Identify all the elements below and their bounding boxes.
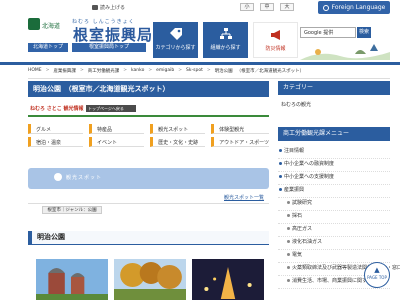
- map-pin-icon: [54, 173, 62, 181]
- font-size-small[interactable]: 小: [240, 3, 254, 11]
- foreign-language-button[interactable]: Foreign Language: [318, 1, 390, 14]
- header-divider: [0, 62, 400, 65]
- speaker-icon: [92, 5, 98, 10]
- globe-icon: [322, 4, 329, 11]
- sidebar-category-link[interactable]: ねむろの観光: [281, 101, 311, 108]
- tourism-category-grid: グルメ 特産品 観光スポット 体験型観光 宿泊・温泉 イベント 歴史・文化・史跡…: [28, 124, 269, 147]
- spot-list-link[interactable]: 観光スポット一覧: [224, 194, 264, 201]
- breadcrumb-item: 明治公園: [214, 69, 233, 74]
- page-title: 明治公園 （根室市／北海道観光スポット）: [28, 81, 269, 97]
- category-events[interactable]: イベント: [89, 137, 145, 147]
- page-top-label: PAGE TOP: [367, 275, 387, 280]
- nav-organization-label: 組織から探す: [210, 45, 241, 51]
- hokkaido-emblem-icon: [28, 18, 40, 30]
- breadcrumb-item[interactable]: emigaib: [156, 68, 174, 74]
- category-experience[interactable]: 体験型観光: [211, 124, 269, 134]
- sidebar-item-electricity[interactable]: 電気: [278, 251, 390, 263]
- breadcrumb-item: （根室市／北海道観光スポット）: [236, 69, 305, 74]
- sidebar-item-high-pressure-gas[interactable]: 高圧ガス: [278, 225, 390, 237]
- category-gourmet[interactable]: グルメ: [28, 124, 84, 134]
- prefecture-label: 北海道: [42, 23, 61, 30]
- font-size-large[interactable]: 大: [280, 3, 294, 11]
- tourism-guide-logo[interactable]: ねむろ さとこ 観光情報: [30, 105, 83, 112]
- nav-category-button[interactable]: カテゴリから探す: [153, 22, 198, 58]
- breadcrumb-item[interactable]: kanko: [131, 68, 144, 74]
- photo-gallery: [36, 259, 264, 300]
- breadcrumb-item[interactable]: 産業振興課: [53, 68, 76, 74]
- breadcrumb-divider: [28, 78, 390, 79]
- category-specialty[interactable]: 特産品: [89, 124, 145, 134]
- megaphone-icon: [270, 30, 280, 40]
- breadcrumb-item[interactable]: HOME: [28, 68, 42, 74]
- genre-row: 根室市｜ジャンル：公園: [28, 203, 269, 214]
- breadcrumb: HOME > 産業振興課 > 商工労働観光課 > kanko > emigaib > Sk…: [28, 68, 305, 74]
- genre-tag: 根室市｜ジャンル：公園: [42, 206, 102, 214]
- font-size-switcher: 小 中 大: [240, 3, 294, 11]
- nav-organization-button[interactable]: 組織から探す: [203, 22, 248, 58]
- pref-top-link[interactable]: 北海道トップ: [28, 43, 68, 52]
- read-aloud-label: 読み上げる: [100, 5, 126, 11]
- utility-bar: 読み上げる 小 中 大 Foreign Language: [0, 0, 400, 20]
- org-chart-icon: [219, 28, 232, 39]
- photo-silos[interactable]: [36, 259, 108, 300]
- guide-top-link[interactable]: トップページへ戻る: [86, 105, 136, 112]
- header-landscape-illustration: [300, 44, 390, 60]
- foreign-language-label: Foreign Language: [331, 4, 386, 11]
- category-lodging[interactable]: 宿泊・温泉: [28, 137, 84, 147]
- sidebar-item-sme-loans[interactable]: 中小企業への融資制度: [278, 160, 390, 172]
- tourism-spot-banner-label: 観光スポット: [66, 175, 103, 181]
- sidebar-item-quarry[interactable]: 採石: [278, 212, 390, 224]
- guide-divider: [28, 115, 269, 117]
- tourism-spot-banner: 観光スポット: [28, 168, 269, 189]
- sidebar-item-notice[interactable]: 注目情報: [278, 147, 390, 159]
- sidebar-item-research[interactable]: 試験研究: [278, 199, 390, 211]
- breadcrumb-item[interactable]: Sk-spot: [186, 68, 203, 74]
- nav-disaster-label: 防災情報: [265, 46, 286, 52]
- site-title: 根室振興局: [73, 26, 154, 44]
- bureau-top-link[interactable]: 根室振興局トップ: [72, 43, 146, 52]
- category-spots[interactable]: 観光スポット: [150, 124, 206, 134]
- search-input[interactable]: Google 提供: [300, 27, 356, 38]
- category-history[interactable]: 歴史・文化・史跡: [150, 137, 206, 147]
- sidebar-menu-heading: 商工労働観光課メニュー: [278, 127, 390, 141]
- sidebar-item-industry[interactable]: 産業振興: [278, 186, 390, 198]
- search-button[interactable]: 検索: [357, 27, 371, 38]
- breadcrumb-item[interactable]: 商工労働観光課: [88, 68, 120, 74]
- sidebar-item-sme-support[interactable]: 中小企業への支援制度: [278, 173, 390, 185]
- font-size-medium[interactable]: 中: [260, 3, 274, 11]
- category-outdoor[interactable]: アウトドア・スポーツ: [211, 137, 269, 147]
- arrow-up-icon: ▲: [374, 266, 380, 274]
- page-top-button[interactable]: ▲ PAGE TOP: [364, 262, 390, 288]
- nav-disaster-button[interactable]: 防災情報: [253, 22, 298, 58]
- sidebar-category-heading: カテゴリー: [278, 81, 390, 95]
- nav-category-label: カテゴリから探す: [155, 45, 196, 51]
- tourism-guide-header: ねむろ さとこ 観光情報 トップページへ戻る: [28, 101, 269, 121]
- photo-night-illumination[interactable]: [192, 259, 264, 300]
- section-heading: 明治公園: [28, 231, 269, 245]
- read-aloud-button[interactable]: 読み上げる: [92, 4, 125, 11]
- tag-icon: [169, 28, 182, 40]
- sidebar-item-lpg[interactable]: 液化石油ガス: [278, 238, 390, 250]
- photo-autumn-trees[interactable]: [114, 259, 186, 300]
